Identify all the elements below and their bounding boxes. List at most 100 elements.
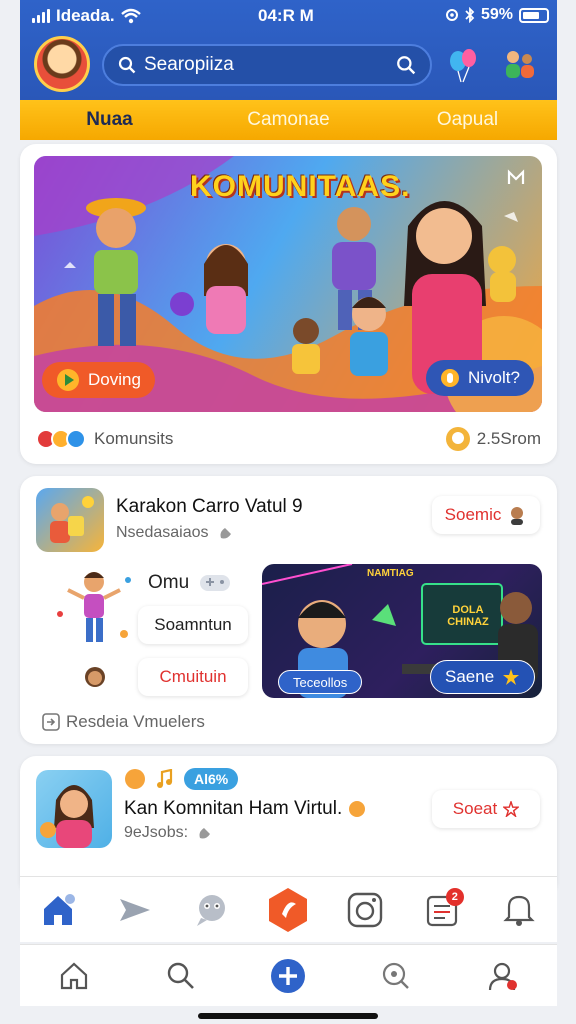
community-label: Komunsits	[94, 429, 174, 448]
home-indicator	[198, 1013, 378, 1019]
signal-icon	[32, 9, 50, 23]
bottom-nav-upper: 2	[20, 876, 557, 942]
play-button-label: Doving	[88, 370, 141, 389]
search-submit-icon[interactable]	[396, 55, 416, 75]
focus-icon	[445, 9, 458, 21]
play-button[interactable]: Doving	[42, 362, 155, 398]
bell-icon[interactable]	[497, 888, 541, 932]
character-girl	[204, 244, 248, 334]
banner-title: KOMUNITAAS.	[190, 170, 411, 203]
search-bar[interactable]: Searopiiza	[102, 44, 432, 86]
search-icon	[118, 56, 136, 74]
tab-camonae[interactable]: Camonae	[199, 109, 378, 131]
media-right-tag[interactable]: Saene	[430, 660, 536, 694]
like-icon	[66, 429, 86, 449]
expand-icon[interactable]	[506, 168, 526, 188]
hand-wave-icon	[220, 528, 231, 539]
post-footer-label: Resdeia Vmuelers	[66, 712, 205, 731]
user-face-icon	[511, 507, 524, 525]
action-button[interactable]: Nivolt?	[426, 360, 534, 396]
chip-cmuituin[interactable]: Cmuituin	[138, 658, 248, 696]
play-icon	[57, 369, 79, 391]
status-right: 59%	[445, 6, 549, 24]
post2-title: Kan Komnitan Ham Virtul.	[124, 798, 343, 819]
media-right-label: Saene	[445, 667, 495, 686]
balloons-icon[interactable]	[444, 46, 482, 84]
tab-oapual[interactable]: Oapual	[378, 109, 557, 131]
post-avatar[interactable]	[36, 488, 104, 552]
post-media[interactable]: NAMTIAG DOLA CHINAZ Teceollos Saene	[262, 564, 542, 698]
action-button-label: Nivolt?	[468, 368, 520, 387]
profile-icon[interactable]	[481, 954, 525, 998]
post-card: Karakon Carro Vatul 9 Nsedasaiaos Soemic…	[20, 476, 557, 744]
post2-badge: Al6%	[184, 768, 239, 790]
star-icon	[503, 669, 520, 685]
bottom-nav	[20, 944, 557, 1006]
character-boy-blue	[350, 297, 388, 376]
status-bar: Ideada. 04:R M 59%	[20, 0, 557, 30]
gamepad-icon	[200, 575, 231, 591]
status-time: 04:R M	[258, 6, 314, 25]
post-footer[interactable]: Resdeia Vmuelers	[42, 712, 205, 732]
chip-cmuituin-label: Cmuituin	[159, 667, 227, 686]
friends-icon[interactable]	[500, 46, 538, 84]
create-icon[interactable]	[266, 887, 310, 932]
community-meta: Komunsits 2.5Srom	[36, 424, 541, 454]
post-action-button[interactable]: Soemic	[432, 496, 540, 534]
orange-dot-icon	[125, 769, 145, 789]
battery-icon	[519, 7, 549, 23]
post2-tag-row: Al6%	[124, 768, 239, 790]
post2-subtitle: 9eJsobs:	[124, 824, 189, 841]
post-subtitle-row: Nsedasaiaos	[116, 524, 235, 542]
reaction-badges	[36, 429, 86, 449]
character-kid-small	[292, 318, 320, 374]
chat-bot-icon[interactable]	[190, 888, 234, 932]
reply-icon	[42, 713, 60, 731]
explore-icon[interactable]	[374, 954, 418, 998]
battery-percent: 59%	[480, 6, 513, 23]
app-header: Ideada. 04:R M 59% Searopiiza	[20, 0, 557, 100]
chip-omu[interactable]: Omu	[148, 572, 231, 594]
post2-subtitle-row: 9eJsobs:	[124, 824, 214, 842]
clap-icon	[349, 801, 366, 817]
hand-icon	[441, 369, 459, 387]
small-avatar-icon	[85, 667, 105, 687]
share-icon[interactable]	[113, 888, 157, 932]
community-count: 2.5Srom	[476, 429, 541, 448]
home-icon[interactable]	[36, 888, 80, 932]
news-icon[interactable]: 2	[420, 887, 464, 932]
camera-icon[interactable]	[343, 888, 387, 932]
media-left-tag[interactable]: Teceollos	[278, 670, 363, 694]
toy-dog	[488, 246, 516, 302]
community-hero-card: KOMUNITAAS. Doving Nivolt? Komunsits 2.5…	[20, 144, 557, 464]
chip-soamntun[interactable]: Soamntun	[138, 606, 248, 644]
post2-action-label: Soeat	[452, 799, 498, 818]
post2-title-row: Kan Komnitan Ham Virtul.	[124, 798, 366, 820]
post-card-2: Al6% Kan Komnitan Ham Virtul. 9eJsobs: S…	[20, 756, 557, 896]
post-subtitle: Nsedasaiaos	[116, 524, 209, 541]
top-tabs: Nuaa Camonae Oapual	[20, 100, 557, 140]
post2-avatar[interactable]	[36, 770, 112, 848]
search-placeholder: Searopiiza	[144, 54, 234, 75]
bluetooth-icon	[465, 7, 475, 23]
user-avatar[interactable]	[34, 36, 90, 92]
chip-omu-label: Omu	[148, 572, 190, 593]
music-note-icon	[157, 769, 173, 788]
wifi-icon	[120, 8, 141, 24]
chip-soamntun-label: Soamntun	[154, 615, 232, 634]
dancing-kid-illustration	[57, 572, 131, 642]
members-icon	[445, 427, 470, 451]
star-outline-icon	[503, 801, 520, 817]
post2-action-button[interactable]: Soeat	[432, 790, 540, 828]
hand-wave-icon	[199, 828, 211, 839]
search-nav-icon[interactable]	[159, 954, 203, 998]
post-title: Karakon Carro Vatul 9	[116, 496, 303, 517]
media-left-label: Teceollos	[293, 674, 348, 690]
home-outline-icon[interactable]	[52, 954, 96, 998]
media-banner-text: DOLA CHINAZ	[447, 604, 489, 628]
post-action-label: Soemic	[444, 505, 502, 524]
news-badge: 2	[445, 887, 464, 906]
community-banner[interactable]: KOMUNITAAS. Doving Nivolt?	[34, 156, 542, 412]
add-icon[interactable]	[266, 954, 310, 998]
tab-nuaa[interactable]: Nuaa	[20, 109, 199, 131]
